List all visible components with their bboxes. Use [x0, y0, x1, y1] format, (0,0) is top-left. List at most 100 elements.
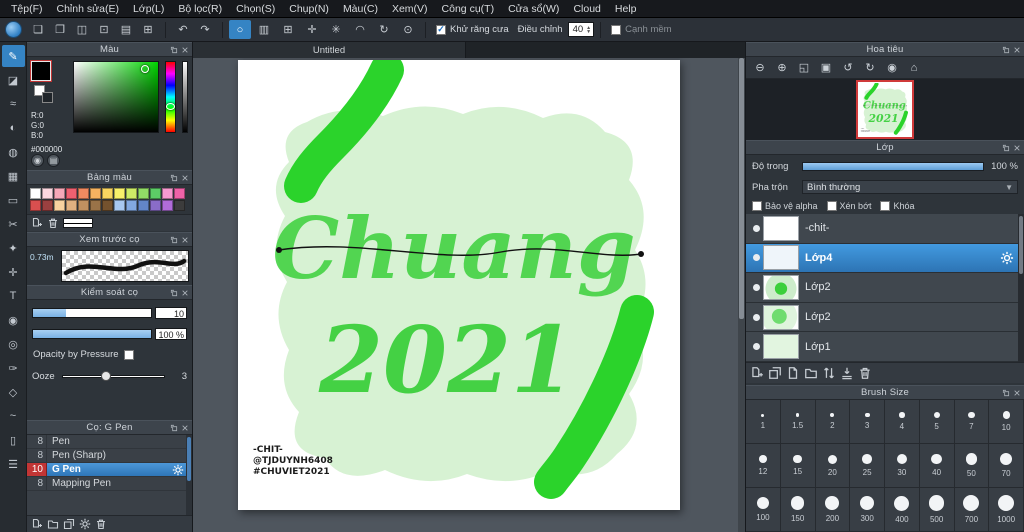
- layer-visibility-icon[interactable]: [749, 283, 763, 291]
- layer-item[interactable]: -chit-: [746, 214, 1024, 244]
- close-panel-icon[interactable]: [181, 46, 189, 54]
- undock-icon[interactable]: [170, 289, 178, 297]
- brush-size-cell[interactable]: 50: [954, 444, 990, 488]
- canvas-tab[interactable]: Untitled: [193, 42, 466, 58]
- opacity-by-pressure-checkbox[interactable]: Opacity by Pressure: [33, 349, 187, 360]
- brush-size-cell[interactable]: 5: [919, 400, 955, 444]
- color-swatch[interactable]: [78, 200, 89, 211]
- navigator-view-rect[interactable]: [856, 80, 914, 139]
- layer-item[interactable]: Lớp2: [746, 273, 1024, 303]
- color-swatch[interactable]: [162, 200, 173, 211]
- color-wheel-toggle-icon[interactable]: ◉: [31, 154, 44, 167]
- pan-tool[interactable]: ◉: [2, 309, 25, 331]
- eyedropper-tool[interactable]: ✑: [2, 357, 25, 379]
- brush-size-cell[interactable]: 100: [746, 488, 781, 532]
- color-swatch[interactable]: [42, 188, 53, 199]
- reset-view-icon[interactable]: ◉: [882, 59, 902, 77]
- close-panel-icon[interactable]: [181, 424, 189, 432]
- menu-item[interactable]: Tệp(F): [4, 0, 50, 18]
- select-rect-tool[interactable]: ▭: [2, 189, 25, 211]
- brush-size-cell[interactable]: 70: [989, 444, 1024, 488]
- scrollbar-thumb[interactable]: [187, 437, 191, 481]
- brush-item[interactable]: 8 Pen: [27, 435, 192, 449]
- zoom-100-icon[interactable]: ▣: [816, 59, 836, 77]
- menu-item[interactable]: Chọn(S): [229, 0, 282, 18]
- layer-settings-gear-icon[interactable]: [1000, 251, 1014, 265]
- color-swatch[interactable]: [66, 200, 77, 211]
- antialias-checkbox[interactable]: Khử răng cưa: [436, 24, 509, 35]
- brush-tool[interactable]: ✎: [1, 45, 25, 67]
- brush-settings-gear-icon[interactable]: [172, 464, 184, 476]
- lock-layer-checkbox[interactable]: Khóa: [880, 200, 915, 211]
- menu-item[interactable]: Chỉnh sửa(E): [50, 0, 126, 18]
- home-view-icon[interactable]: ⌂: [904, 59, 924, 77]
- undo-icon[interactable]: ↶: [172, 20, 194, 39]
- default-color-chip-black[interactable]: [42, 92, 53, 103]
- menu-item[interactable]: Cửa sổ(W): [501, 0, 566, 18]
- close-panel-icon[interactable]: [1013, 144, 1021, 152]
- grid-snap-icon[interactable]: ⊞: [277, 20, 299, 39]
- brush-size-cell[interactable]: 3: [850, 400, 885, 444]
- transfer-layer-icon[interactable]: [786, 366, 800, 380]
- undock-icon[interactable]: [1002, 144, 1010, 152]
- duplicate-brush-icon[interactable]: [63, 518, 75, 530]
- grid-toggle-icon[interactable]: ⊞: [137, 20, 159, 39]
- brush-size-cell[interactable]: 1.5: [780, 400, 816, 444]
- brush-size-value[interactable]: 10: [155, 307, 187, 319]
- brush-size-cell[interactable]: 30: [885, 444, 920, 488]
- delete-brush-icon[interactable]: [95, 518, 107, 530]
- brush-opacity-value[interactable]: 100 %: [155, 328, 187, 340]
- layer-list-scrollbar[interactable]: [1018, 214, 1024, 362]
- foreground-color-chip[interactable]: [30, 60, 52, 82]
- undock-icon[interactable]: [170, 236, 178, 244]
- brush-size-cell[interactable]: 25: [850, 444, 885, 488]
- hue-cursor-icon[interactable]: [166, 103, 175, 110]
- brush-size-slider[interactable]: [32, 308, 152, 318]
- menu-item[interactable]: Lớp(L): [126, 0, 171, 18]
- layer-visibility-icon[interactable]: [749, 313, 763, 321]
- brush-settings-icon[interactable]: [79, 518, 91, 530]
- divide-tool[interactable]: ☰: [2, 453, 25, 475]
- merge-down-icon[interactable]: [840, 366, 854, 380]
- open-file-icon[interactable]: ❐: [49, 20, 71, 39]
- color-swatch[interactable]: [150, 200, 161, 211]
- menu-item[interactable]: Màu(C): [336, 0, 385, 18]
- canvas-viewport[interactable]: [193, 58, 745, 532]
- duplicate-layer-icon[interactable]: [768, 366, 782, 380]
- brush-size-cell[interactable]: 15: [780, 444, 816, 488]
- layer-item[interactable]: Lớp4: [746, 243, 1024, 274]
- undock-icon[interactable]: [1002, 46, 1010, 54]
- layer-folder-icon[interactable]: [804, 366, 818, 380]
- clipping-checkbox[interactable]: Xén bớt: [826, 200, 871, 211]
- move-tool[interactable]: ✛: [2, 261, 25, 283]
- zoom-tool[interactable]: ◎: [2, 333, 25, 355]
- color-swatch[interactable]: [66, 188, 77, 199]
- brush-item[interactable]: 10 G Pen: [27, 463, 192, 477]
- lasso-tool[interactable]: ✂: [2, 213, 25, 235]
- brush-size-cell[interactable]: 12: [746, 444, 781, 488]
- color-swatch[interactable]: [78, 188, 89, 199]
- value-slider[interactable]: [182, 61, 188, 133]
- layer-visibility-icon[interactable]: [749, 254, 763, 262]
- color-swatch[interactable]: [126, 200, 137, 211]
- eraser-tool[interactable]: ◪: [2, 69, 25, 91]
- protect-alpha-checkbox[interactable]: Bảo vệ alpha: [752, 200, 818, 211]
- color-swatch[interactable]: [114, 188, 125, 199]
- brush-size-cell[interactable]: 400: [885, 488, 920, 532]
- canvas-vertical-scrollbar[interactable]: [738, 58, 745, 532]
- undock-icon[interactable]: [170, 424, 178, 432]
- color-swatch[interactable]: [138, 188, 149, 199]
- blend-mode-select[interactable]: Bình thường ▼: [802, 180, 1018, 194]
- menu-item[interactable]: Chụp(N): [282, 0, 336, 18]
- color-swatch[interactable]: [174, 200, 185, 211]
- zoom-out-icon[interactable]: ⊖: [750, 59, 770, 77]
- menu-item[interactable]: Help: [608, 0, 644, 18]
- color-swatch[interactable]: [90, 200, 101, 211]
- brush-size-cell[interactable]: 200: [815, 488, 851, 532]
- picker-cursor-icon[interactable]: [141, 65, 149, 73]
- brush-size-cell[interactable]: 1000: [989, 488, 1024, 532]
- brush-size-cell[interactable]: 150: [780, 488, 816, 532]
- add-color-icon[interactable]: [31, 217, 43, 229]
- layer-visibility-icon[interactable]: [749, 343, 763, 351]
- frame-tool[interactable]: ▯: [2, 429, 25, 451]
